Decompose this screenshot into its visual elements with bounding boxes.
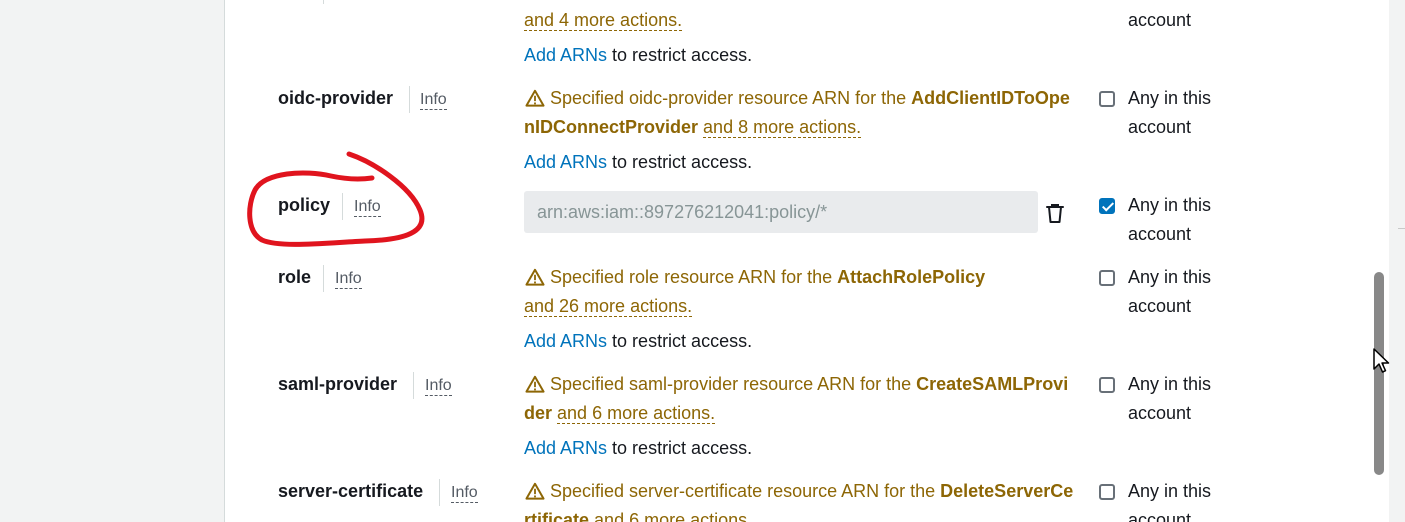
add-arns-row: Add ARNs to restrict access. — [524, 152, 752, 173]
add-arns-link[interactable]: Add ARNs — [524, 438, 607, 458]
any-in-account-label: account — [1128, 10, 1192, 30]
warning-text: Specified oidc-provider resource ARN for… — [550, 88, 912, 108]
info-link[interactable]: Info — [354, 198, 381, 217]
scrollbar-track[interactable] — [1390, 0, 1405, 522]
any-in-account-checkbox[interactable] — [1099, 377, 1115, 393]
warning-oidc-provider: Specified oidc-provider resource ARN for… — [524, 84, 1079, 142]
warning-text: Specified role resource ARN for the — [550, 267, 838, 287]
add-arns-text: to restrict access. — [607, 152, 753, 172]
warning-icon — [525, 268, 545, 286]
any-in-account-checkbox[interactable] — [1099, 270, 1115, 286]
add-arns-text: to restrict access. — [607, 45, 753, 65]
top-row-add-arns: Add ARNs to restrict access. — [524, 45, 752, 66]
more-actions-link[interactable]: and 4 more actions. — [524, 10, 683, 31]
warning-icon — [525, 89, 545, 107]
divider — [439, 479, 440, 506]
any-in-account-checkbox[interactable] — [1099, 198, 1115, 214]
resource-name-saml-provider: saml-provider — [278, 374, 398, 394]
warning-text: Specified saml-provider resource ARN for… — [550, 374, 917, 394]
warning-icon — [525, 375, 545, 393]
info-link[interactable]: Info — [451, 484, 478, 503]
info-link[interactable]: Info — [425, 377, 452, 396]
warning-icon — [525, 482, 545, 500]
add-arns-text: to restrict access. — [607, 438, 753, 458]
divider — [342, 193, 343, 220]
add-arns-link[interactable]: Add ARNs — [524, 331, 607, 351]
resource-name-oidc-provider: oidc-provider — [278, 88, 394, 108]
resource-name-role: role — [278, 267, 312, 287]
divider — [323, 0, 324, 4]
divider — [413, 372, 414, 399]
top-row-warning: and 4 more actions. — [524, 6, 1079, 35]
info-link[interactable]: Info — [420, 91, 447, 110]
divider — [409, 86, 410, 113]
resources-panel: and 4 more actions. Add ARNs to restrict… — [224, 0, 1389, 522]
mouse-cursor-icon — [1373, 348, 1390, 373]
any-in-account-checkbox[interactable] — [1099, 484, 1115, 500]
add-arns-text: to restrict access. — [607, 331, 753, 351]
add-arns-row: Add ARNs to restrict access. — [524, 331, 752, 352]
action-name: AttachRolePolicy — [837, 267, 986, 287]
add-arns-row: Add ARNs to restrict access. — [524, 438, 752, 459]
warning-server-certificate: Specified server-certificate resource AR… — [524, 477, 1079, 522]
add-arns-link[interactable]: Add ARNs — [524, 152, 607, 172]
more-actions-link[interactable]: and 8 more actions. — [703, 117, 862, 138]
any-in-account-checkbox[interactable] — [1099, 91, 1115, 107]
any-in-account-label: Any in this account — [1128, 267, 1212, 316]
warning-saml-provider: Specified saml-provider resource ARN for… — [524, 370, 1079, 428]
info-link[interactable]: Info — [335, 270, 362, 289]
divider — [1398, 228, 1405, 229]
warning-text: Specified server-certificate resource AR… — [550, 481, 941, 501]
more-actions-link[interactable]: and 26 more actions. — [524, 296, 693, 317]
add-arns-link[interactable]: Add ARNs — [524, 45, 607, 65]
any-in-account-label: Any in this account — [1128, 481, 1212, 522]
more-actions-link[interactable]: and 6 more actions. — [594, 510, 753, 522]
any-in-account-label: Any in this account — [1128, 88, 1212, 137]
any-in-account-label: Any in this account — [1128, 195, 1212, 244]
arn-input[interactable]: arn:aws:iam::897276212041:policy/* — [524, 191, 1038, 233]
resource-name-policy: policy — [278, 195, 331, 215]
warning-role: Specified role resource ARN for the Atta… — [524, 263, 1014, 321]
resource-name-server-certificate: server-certificate — [278, 481, 424, 501]
divider — [323, 265, 324, 292]
more-actions-link[interactable]: and 6 more actions. — [557, 403, 716, 424]
trash-icon[interactable] — [1044, 202, 1066, 224]
any-in-account-label: Any in this account — [1128, 374, 1212, 423]
